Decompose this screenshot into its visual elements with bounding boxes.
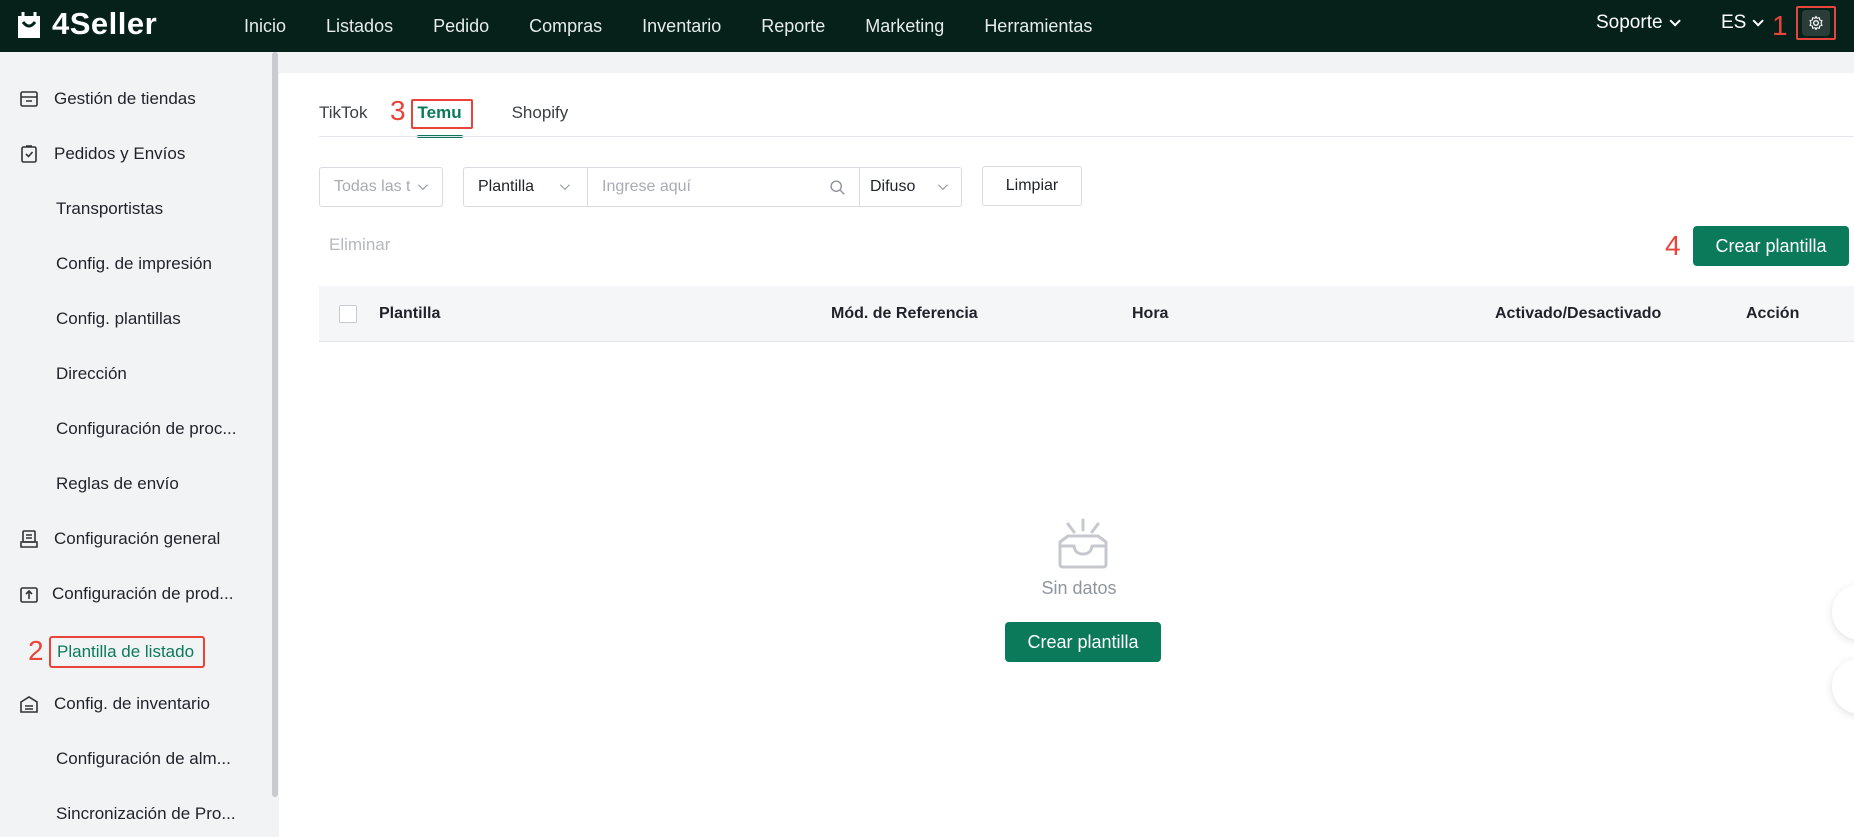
field-select-value: Plantilla xyxy=(478,178,535,195)
annotation-3: 3 xyxy=(390,95,406,126)
chevron-down-icon xyxy=(1752,15,1765,27)
chevron-down-icon xyxy=(559,180,570,191)
annotation-2: 2 xyxy=(28,635,44,666)
create-template-button[interactable]: Crear plantilla xyxy=(1693,226,1849,266)
search-icon[interactable] xyxy=(829,179,846,196)
sidebar-item-config-plantillas[interactable]: Config. plantillas xyxy=(56,299,181,339)
brand-name: 4Seller xyxy=(52,6,158,41)
store-select-placeholder: Todas las t xyxy=(334,178,411,195)
sidebar-item-configuracion-almacen[interactable]: Configuración de alm... xyxy=(56,739,231,779)
sidebar-item-label: Gestión de tiendas xyxy=(54,89,196,108)
sidebar-item-sincronizacion-productos[interactable]: Sincronización de Pro... xyxy=(56,794,236,834)
tab-tiktok[interactable]: TikTok xyxy=(319,101,368,137)
printer-icon xyxy=(18,528,40,550)
sidebar-item-config-inventario[interactable]: Config. de inventario xyxy=(0,684,210,724)
select-all-checkbox[interactable] xyxy=(339,305,357,323)
sidebar-item-configuracion-productos[interactable]: Configuración de prod... xyxy=(0,574,233,614)
store-select[interactable]: Todas las t xyxy=(319,167,443,207)
column-accion: Acción xyxy=(1746,305,1800,322)
sidebar-item-direccion[interactable]: Dirección xyxy=(56,354,127,394)
chevron-down-icon xyxy=(417,180,428,191)
search-input-placeholder: Ingrese aquí xyxy=(602,178,691,195)
support-label: Soporte xyxy=(1596,12,1663,33)
sidebar-item-plantilla-listado[interactable]: Plantilla de listado xyxy=(49,636,205,668)
sidebar-item-gestion-tiendas[interactable]: Gestión de tiendas xyxy=(0,79,196,119)
sidebar-item-label: Config. de inventario xyxy=(54,694,210,713)
search-input[interactable]: Ingrese aquí xyxy=(587,167,860,207)
sidebar-item-config-impresion[interactable]: Config. de impresión xyxy=(56,244,212,284)
field-select[interactable]: Plantilla xyxy=(463,167,588,207)
nav-item-compras[interactable]: Compras xyxy=(529,16,602,37)
nav-item-listados[interactable]: Listados xyxy=(326,16,393,37)
chevron-down-icon xyxy=(937,180,948,191)
match-mode-value: Difuso xyxy=(870,178,916,195)
column-mod-referencia: Mód. de Referencia xyxy=(831,305,978,322)
logo[interactable]: 4Seller xyxy=(14,6,157,42)
nav-item-pedido[interactable]: Pedido xyxy=(433,16,489,37)
sidebar-item-reglas-envio[interactable]: Reglas de envío xyxy=(56,464,179,504)
delete-button[interactable]: Eliminar xyxy=(329,235,390,255)
clipboard-check-icon xyxy=(18,143,40,165)
nav-item-inventario[interactable]: Inventario xyxy=(642,16,721,37)
sidebar-item-configuracion-general[interactable]: Configuración general xyxy=(0,519,220,559)
sidebar-item-label: Configuración de prod... xyxy=(52,584,234,603)
empty-create-template-button[interactable]: Crear plantilla xyxy=(1005,622,1161,662)
nav-item-herramientas[interactable]: Herramientas xyxy=(984,16,1092,37)
annotation-1: 1 xyxy=(1772,10,1788,41)
sidebar-scrollbar[interactable] xyxy=(272,52,278,797)
match-mode-select[interactable]: Difuso xyxy=(859,167,962,207)
sidebar-item-configuracion-proceso[interactable]: Configuración de proc... xyxy=(56,409,237,449)
main-nav: Inicio Listados Pedido Compras Inventari… xyxy=(244,0,1132,52)
column-plantilla: Plantilla xyxy=(379,305,441,322)
annotation-4: 4 xyxy=(1665,230,1681,261)
empty-state-text: Sin datos xyxy=(1041,578,1117,598)
top-navigation-bar: 4Seller Inicio Listados Pedido Compras I… xyxy=(0,0,1854,52)
gear-icon xyxy=(1809,15,1823,31)
tabs-divider xyxy=(319,136,1854,137)
nav-item-reporte[interactable]: Reporte xyxy=(761,16,825,37)
sidebar-item-pedidos-envios[interactable]: Pedidos y Envíos xyxy=(0,134,185,174)
settings-button[interactable] xyxy=(1796,6,1836,40)
nav-item-marketing[interactable]: Marketing xyxy=(865,16,944,37)
shopping-bag-icon xyxy=(14,8,44,40)
store-icon xyxy=(18,88,40,110)
active-tab-highlight xyxy=(411,99,473,129)
column-hora: Hora xyxy=(1132,305,1169,322)
main-content: TikTok Temu Shopify 3 Todas las t Planti… xyxy=(279,73,1854,837)
sidebar-item-label: Configuración general xyxy=(54,529,221,548)
table-header: Plantilla Mód. de Referencia Hora Activa… xyxy=(319,286,1854,342)
sidebar-item-label: Pedidos y Envíos xyxy=(54,144,186,163)
language-label: ES xyxy=(1721,12,1747,33)
column-activado: Activado/Desactivado xyxy=(1495,305,1662,322)
upload-box-icon xyxy=(18,583,40,605)
warehouse-icon xyxy=(18,693,40,715)
chevron-down-icon xyxy=(1669,15,1681,27)
support-menu[interactable]: Soporte xyxy=(1596,12,1681,34)
tab-shopify[interactable]: Shopify xyxy=(512,101,569,137)
language-selector[interactable]: ES xyxy=(1721,12,1765,34)
empty-inbox-icon xyxy=(1058,518,1108,569)
sidebar-item-transportistas[interactable]: Transportistas xyxy=(56,189,163,229)
nav-item-inicio[interactable]: Inicio xyxy=(244,16,286,37)
clear-button[interactable]: Limpiar xyxy=(982,166,1082,206)
